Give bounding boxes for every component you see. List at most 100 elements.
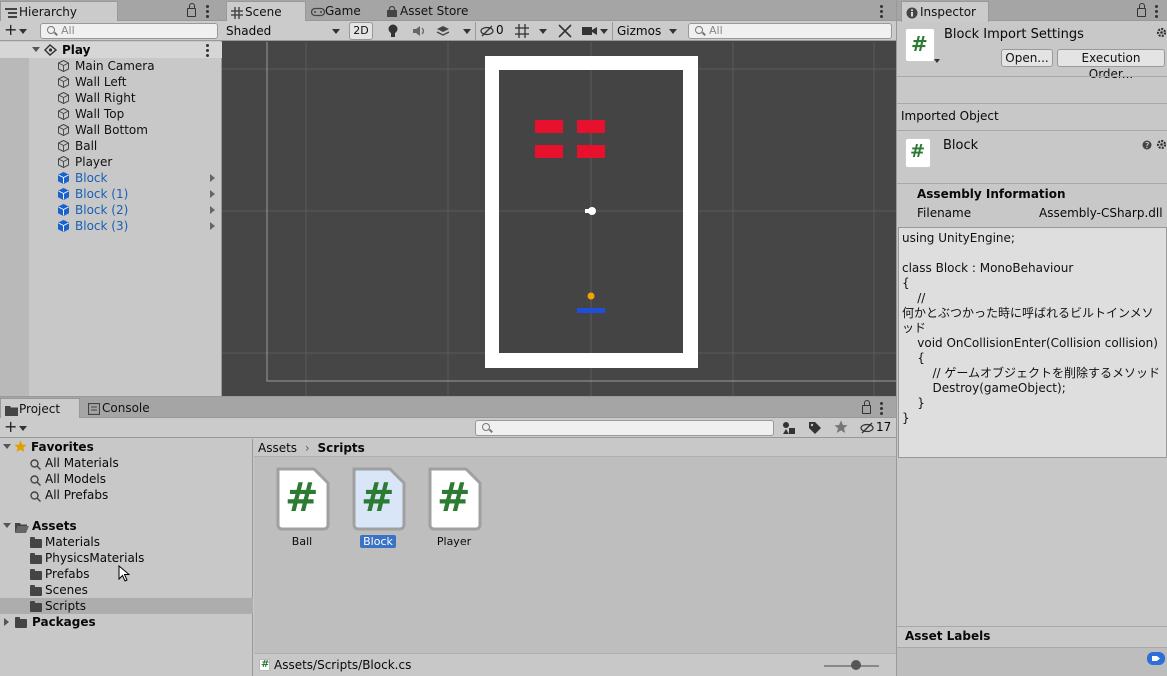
icon-size-slider-handle[interactable]	[851, 660, 861, 670]
scene-menu-icon[interactable]	[880, 5, 883, 20]
folder-icon	[15, 617, 27, 628]
gear-icon[interactable]	[1156, 27, 1167, 41]
project-menu-icon[interactable]	[880, 402, 883, 417]
shading-dropdown[interactable]: Shaded	[226, 22, 344, 40]
imported-object-name: Block	[943, 138, 979, 153]
tab-asset-store[interactable]: Asset Store	[382, 1, 482, 22]
lighting-bulb-icon[interactable]	[387, 24, 399, 41]
breadcrumb-scripts[interactable]: Scripts	[318, 441, 365, 455]
prefab-open-arrow-icon[interactable]	[210, 222, 215, 230]
tab-scene-label: Scene	[245, 5, 282, 19]
scene-search-input[interactable]: All	[688, 23, 892, 39]
tag-label-icon[interactable]	[1147, 652, 1165, 668]
lock-icon[interactable]	[1137, 3, 1146, 17]
add-dropdown-icon[interactable]	[19, 29, 27, 34]
tab-project[interactable]: Project	[0, 398, 80, 419]
camera-icon[interactable]	[582, 25, 598, 40]
tree-favorites[interactable]: Favorites	[0, 439, 253, 455]
favorite-item[interactable]: All Materials	[0, 455, 253, 471]
hierarchy-menu-icon[interactable]	[206, 5, 209, 20]
script-asset-tile[interactable]: # Ball	[273, 467, 331, 551]
hidden-packages-eye-icon[interactable]	[860, 422, 874, 437]
filename-label: Filename	[917, 206, 972, 220]
scene-row-play[interactable]: Play	[0, 42, 222, 58]
script-asset-tile[interactable]: # Block	[349, 467, 407, 551]
hierarchy-item[interactable]: Block (1)	[0, 186, 222, 202]
expand-arrow-icon[interactable]	[3, 444, 11, 449]
toggle-2d-button[interactable]: 2D	[349, 22, 373, 40]
lock-icon[interactable]	[862, 400, 871, 414]
scene-menu-icon[interactable]	[206, 44, 209, 59]
folder-item[interactable]: Scripts	[0, 598, 253, 614]
gameobject-cube-icon	[58, 139, 69, 153]
hierarchy-item[interactable]: Block (2)	[0, 202, 222, 218]
hierarchy-item[interactable]: Wall Top	[0, 106, 222, 122]
tab-scene[interactable]: Scene	[226, 1, 306, 22]
search-by-type-icon[interactable]	[782, 421, 796, 438]
hierarchy-item[interactable]: Player	[0, 154, 222, 170]
add-dropdown-icon[interactable]	[19, 426, 27, 431]
expand-arrow-icon[interactable]	[3, 523, 11, 528]
breadcrumb: Assets › Scripts	[254, 439, 896, 457]
tools-icon[interactable]	[558, 24, 572, 41]
hierarchy-item[interactable]: Main Camera	[0, 58, 222, 74]
inspector-menu-icon[interactable]	[1155, 5, 1158, 20]
effects-dropdown-icon[interactable]	[463, 29, 471, 34]
gizmos-dropdown[interactable]: Gizmos	[612, 22, 680, 40]
icon-dropdown-icon[interactable]	[934, 59, 940, 63]
lock-icon[interactable]	[187, 3, 196, 17]
help-icon[interactable]: ?	[1142, 139, 1152, 153]
script-asset-tile[interactable]: # Player	[425, 467, 483, 551]
hierarchy-item[interactable]: Wall Left	[0, 74, 222, 90]
grid-dropdown-icon[interactable]	[539, 29, 547, 34]
tab-console[interactable]: Console	[84, 398, 164, 419]
execution-order-button[interactable]: Execution Order...	[1057, 49, 1165, 81]
hidden-objects-eye-icon[interactable]	[480, 25, 494, 40]
folder-item[interactable]: PhysicsMaterials	[0, 550, 253, 566]
console-icon	[87, 401, 101, 416]
scene-viewport[interactable]	[222, 42, 896, 396]
search-by-label-icon[interactable]	[808, 421, 822, 438]
gear-icon[interactable]	[1156, 139, 1167, 153]
tab-hierarchy-label: Hierarchy	[19, 5, 78, 19]
hierarchy-search-input[interactable]: All	[40, 23, 218, 39]
effects-layers-icon[interactable]	[436, 24, 450, 41]
file-name-wrap: Player	[425, 535, 483, 548]
favorite-item[interactable]: All Models	[0, 471, 253, 487]
tab-game[interactable]: Game	[307, 1, 383, 22]
grid-snap-icon[interactable]	[515, 24, 529, 41]
tree-assets[interactable]: Assets	[0, 518, 253, 534]
prefab-open-arrow-icon[interactable]	[210, 190, 215, 198]
tab-inspector[interactable]: Inspector	[901, 1, 989, 22]
hierarchy-item[interactable]: Block	[0, 170, 222, 186]
camera-dropdown-icon[interactable]	[600, 29, 608, 34]
script-small-icon: #	[259, 659, 270, 671]
prefab-open-arrow-icon[interactable]	[210, 174, 215, 182]
tab-hierarchy[interactable]: Hierarchy	[0, 1, 118, 22]
code-preview[interactable]: using UnityEngine; class Block : MonoBeh…	[898, 227, 1167, 458]
hierarchy-item[interactable]: Wall Right	[0, 90, 222, 106]
hierarchy-item-label: Block (3)	[75, 219, 129, 233]
divider	[897, 183, 1167, 184]
favorite-star-icon[interactable]	[834, 420, 848, 437]
folder-item[interactable]: Materials	[0, 534, 253, 550]
tree-packages[interactable]: Packages	[0, 614, 253, 630]
gameobject-cube-icon	[58, 123, 69, 137]
hierarchy-search-placeholder: All	[61, 24, 75, 37]
favorite-item[interactable]: All Prefabs	[0, 487, 253, 503]
audio-speaker-icon[interactable]	[412, 25, 426, 40]
hierarchy-item[interactable]: Block (3)	[0, 218, 222, 234]
hierarchy-item[interactable]: Ball	[0, 138, 222, 154]
collapse-arrow-icon[interactable]	[4, 618, 9, 626]
open-button[interactable]: Open...	[1001, 49, 1053, 67]
add-plus-icon[interactable]: +	[4, 418, 17, 436]
hierarchy-item[interactable]: Wall Bottom	[0, 122, 222, 138]
imported-object-label: Imported Object	[901, 109, 999, 123]
prefab-open-arrow-icon[interactable]	[210, 206, 215, 214]
add-plus-icon[interactable]: +	[4, 21, 17, 39]
expand-arrow-icon[interactable]	[32, 47, 40, 52]
gameobject-cube-icon	[58, 219, 69, 233]
tab-inspector-label: Inspector	[920, 5, 976, 19]
project-search-input[interactable]	[475, 420, 774, 436]
breadcrumb-assets[interactable]: Assets	[258, 441, 297, 455]
